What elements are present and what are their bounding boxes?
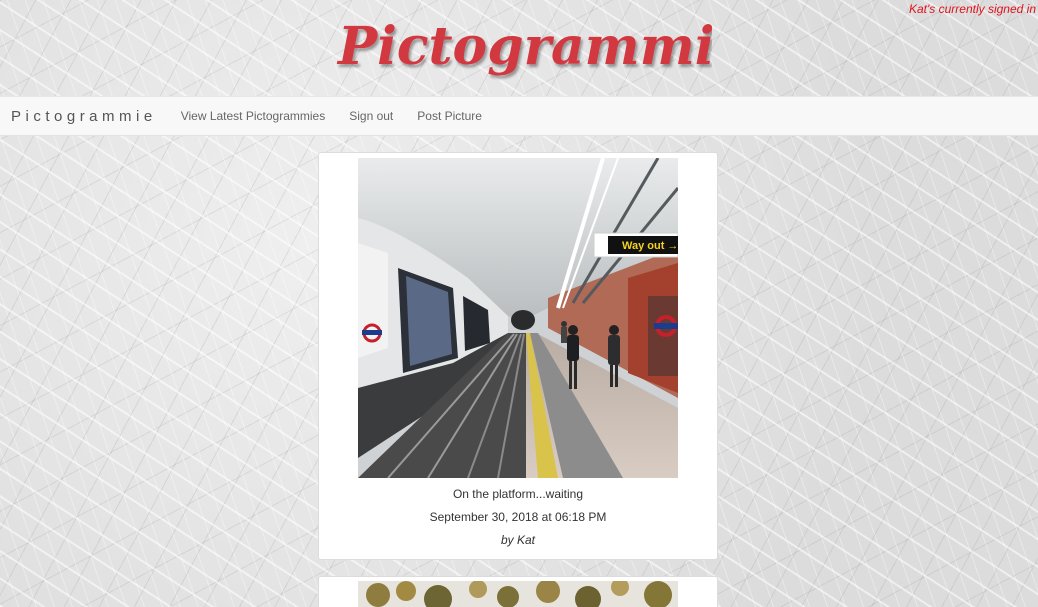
- way-out-sign-text: Way out →: [622, 240, 678, 252]
- top-navbar: Pictogrammie View Latest Pictogrammies S…: [0, 96, 1038, 136]
- signed-in-status: Kat's currently signed in: [908, 2, 1036, 16]
- post-title: On the platform...waiting: [452, 487, 584, 501]
- logo-text: Pictogrammie: [336, 16, 712, 77]
- post-date: September 30, 2018 at 06:18 PM: [429, 510, 607, 524]
- post-author: by Kat: [500, 533, 536, 547]
- navbar-brand[interactable]: Pictogrammie: [11, 108, 157, 125]
- post-photo-trees[interactable]: [358, 581, 678, 607]
- nav-link-sign-out[interactable]: Sign out: [337, 109, 405, 123]
- nav-link-view-latest[interactable]: View Latest Pictogrammies: [169, 109, 338, 123]
- post-photo-subway-platform[interactable]: Way out →: [358, 158, 678, 478]
- post-card: Way out → On the platform...waiting Sept…: [318, 152, 718, 560]
- site-logo[interactable]: Pictogrammie: [332, 6, 712, 90]
- post-card: [318, 576, 718, 607]
- nav-link-post-picture[interactable]: Post Picture: [405, 109, 494, 123]
